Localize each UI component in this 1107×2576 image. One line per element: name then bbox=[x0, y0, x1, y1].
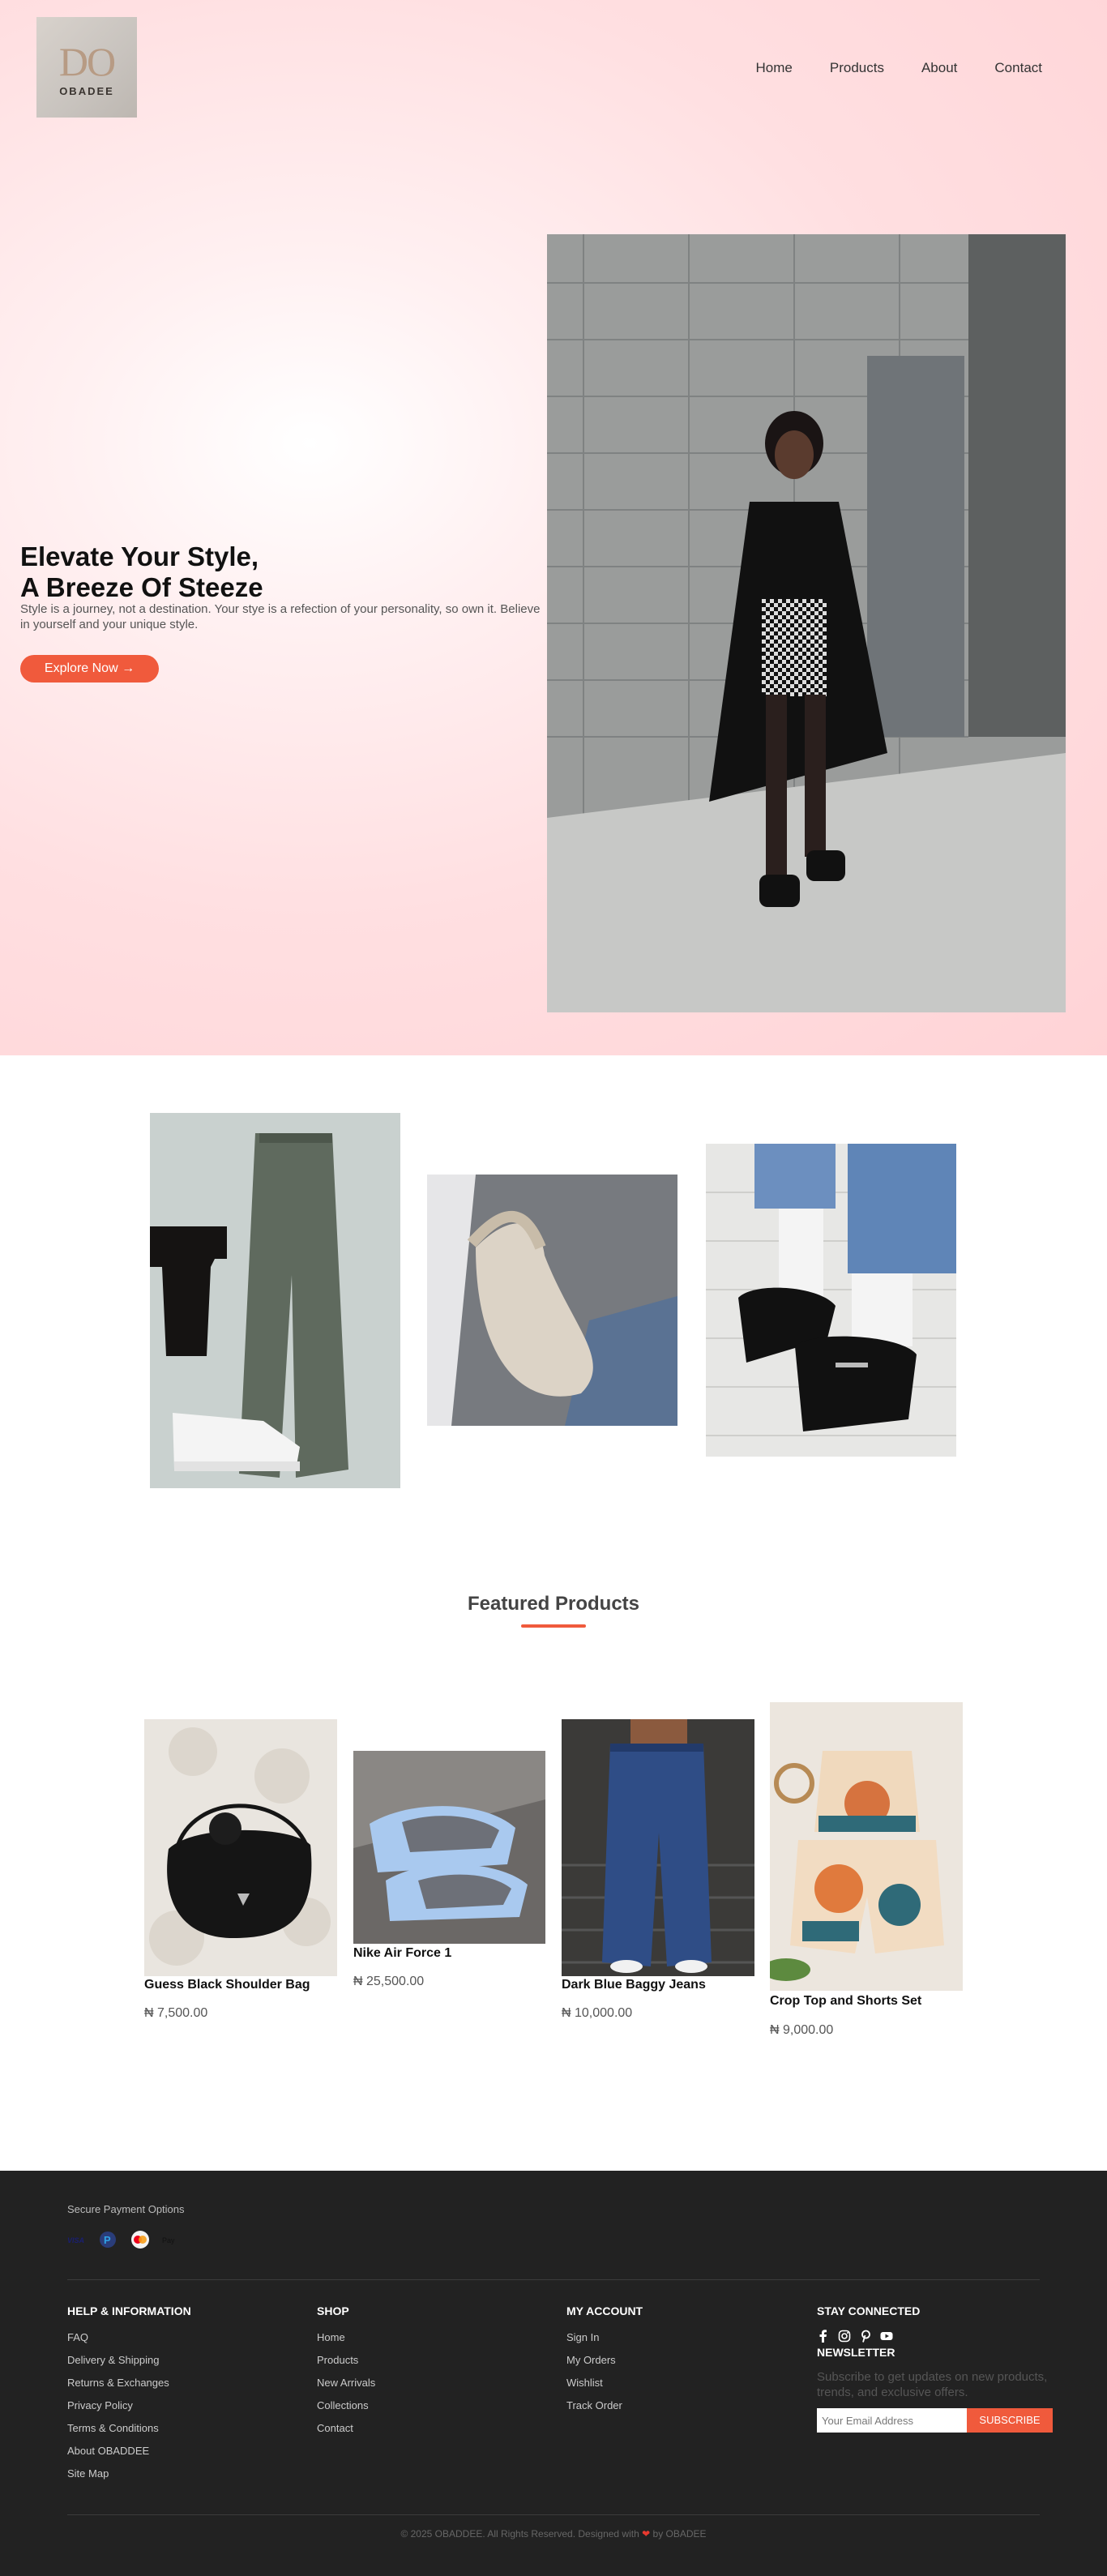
footer-link-sign-in[interactable]: Sign In bbox=[566, 2331, 599, 2343]
heart-icon: ❤ bbox=[642, 2528, 651, 2540]
apple-pay-icon: Pay bbox=[160, 2231, 185, 2249]
hero-title: Elevate Your Style, A Breeze Of Steeze bbox=[20, 541, 263, 603]
pinterest-icon[interactable] bbox=[859, 2330, 872, 2343]
featured-products-title: Featured Products bbox=[467, 1593, 640, 1615]
svg-text:VISA: VISA bbox=[67, 2236, 84, 2244]
footer-link-new-arrivals[interactable]: New Arrivals bbox=[317, 2377, 375, 2389]
product-image-air-force-1[interactable] bbox=[353, 1751, 545, 1944]
youtube-icon[interactable] bbox=[880, 2330, 893, 2343]
gallery-image-shoulder-bag[interactable] bbox=[427, 1175, 677, 1426]
product-image-shoulder-bag[interactable] bbox=[144, 1719, 337, 1976]
nav-home[interactable]: Home bbox=[756, 60, 793, 76]
site-footer: Secure Payment Options VISA P Pay HELP &… bbox=[0, 2171, 1107, 2576]
product-image-baggy-jeans[interactable] bbox=[562, 1719, 754, 1976]
title-underline bbox=[521, 1624, 586, 1628]
footer-link-about[interactable]: About OBADDEE bbox=[67, 2445, 149, 2457]
social-links bbox=[817, 2330, 893, 2343]
account-heading: MY ACCOUNT bbox=[566, 2304, 643, 2317]
gallery-image-loafers[interactable] bbox=[706, 1144, 956, 1457]
product-image-crop-top-set[interactable] bbox=[770, 1702, 963, 1991]
nav-products[interactable]: Products bbox=[830, 60, 884, 76]
footer-link-track-order[interactable]: Track Order bbox=[566, 2399, 622, 2411]
footer-link-faq[interactable]: FAQ bbox=[67, 2331, 88, 2343]
newsletter-text: Subscribe to get updates on new products… bbox=[817, 2370, 1048, 2399]
footer-bottom-divider bbox=[67, 2514, 1040, 2515]
hero-subtitle: Style is a journey, not a destination. Y… bbox=[20, 602, 541, 631]
footer-link-home[interactable]: Home bbox=[317, 2331, 345, 2343]
explore-now-button[interactable]: Explore Now → bbox=[20, 655, 159, 683]
footer-link-privacy[interactable]: Privacy Policy bbox=[67, 2399, 133, 2411]
footer-link-delivery[interactable]: Delivery & Shipping bbox=[67, 2354, 159, 2366]
product-name[interactable]: Guess Black Shoulder Bag bbox=[144, 1978, 310, 1992]
hero-section: DO OBADEE Home Products About Contact El… bbox=[0, 0, 1107, 1055]
facebook-icon[interactable] bbox=[817, 2330, 830, 2343]
hero-title-line1: Elevate Your Style, bbox=[20, 541, 259, 571]
instagram-icon[interactable] bbox=[838, 2330, 851, 2343]
help-heading: HELP & INFORMATION bbox=[67, 2304, 191, 2317]
mastercard-icon bbox=[130, 2231, 150, 2249]
product-name[interactable]: Dark Blue Baggy Jeans bbox=[562, 1978, 706, 1992]
logo-monogram: DO bbox=[58, 39, 116, 84]
visa-icon: VISA bbox=[67, 2231, 87, 2249]
hero-title-line2: A Breeze Of Steeze bbox=[20, 572, 263, 602]
footer-link-products[interactable]: Products bbox=[317, 2354, 358, 2366]
subscribe-button[interactable]: SUBSCRIBE bbox=[967, 2408, 1053, 2433]
footer-link-terms[interactable]: Terms & Conditions bbox=[67, 2422, 159, 2434]
paypal-icon: P bbox=[99, 2231, 117, 2249]
footer-link-contact[interactable]: Contact bbox=[317, 2422, 353, 2434]
logo-brand: OBADEE bbox=[59, 85, 114, 97]
footer-link-sitemap[interactable]: Site Map bbox=[67, 2467, 109, 2480]
footer-link-wishlist[interactable]: Wishlist bbox=[566, 2377, 603, 2389]
copyright-credit: by OBADEE bbox=[652, 2528, 707, 2540]
footer-divider bbox=[67, 2279, 1040, 2280]
secure-payment-label: Secure Payment Options bbox=[67, 2203, 185, 2215]
product-price: ₦ 9,000.00 bbox=[770, 2023, 834, 2037]
copyright-text: © 2025 OBADDEE. All Rights Reserved. Des… bbox=[400, 2528, 639, 2540]
newsletter-heading: NEWSLETTER bbox=[817, 2346, 895, 2359]
nav-contact[interactable]: Contact bbox=[994, 60, 1042, 76]
product-name[interactable]: Nike Air Force 1 bbox=[353, 1946, 451, 1961]
svg-text:P: P bbox=[104, 2234, 111, 2246]
product-price: ₦ 25,500.00 bbox=[353, 1975, 425, 1988]
footer-link-returns[interactable]: Returns & Exchanges bbox=[67, 2377, 169, 2389]
footer-link-collections[interactable]: Collections bbox=[317, 2399, 369, 2411]
product-price: ₦ 7,500.00 bbox=[144, 2006, 208, 2020]
main-nav: Home Products About Contact bbox=[719, 60, 1042, 76]
product-price: ₦ 10,000.00 bbox=[562, 2006, 633, 2020]
svg-text:Pay: Pay bbox=[162, 2236, 175, 2244]
newsletter-email-input[interactable] bbox=[817, 2408, 967, 2433]
hero-model-image bbox=[547, 234, 1066, 1012]
footer-link-my-orders[interactable]: My Orders bbox=[566, 2354, 616, 2366]
copyright: © 2025 OBADDEE. All Rights Reserved. Des… bbox=[0, 2528, 1107, 2540]
product-name[interactable]: Crop Top and Shorts Set bbox=[770, 1994, 921, 2009]
gallery-image-cargo-outfit[interactable] bbox=[150, 1113, 400, 1488]
nav-about[interactable]: About bbox=[921, 60, 957, 76]
site-logo[interactable]: DO OBADEE bbox=[36, 17, 137, 118]
shop-heading: SHOP bbox=[317, 2304, 349, 2317]
connect-heading: STAY CONNECTED bbox=[817, 2304, 921, 2317]
